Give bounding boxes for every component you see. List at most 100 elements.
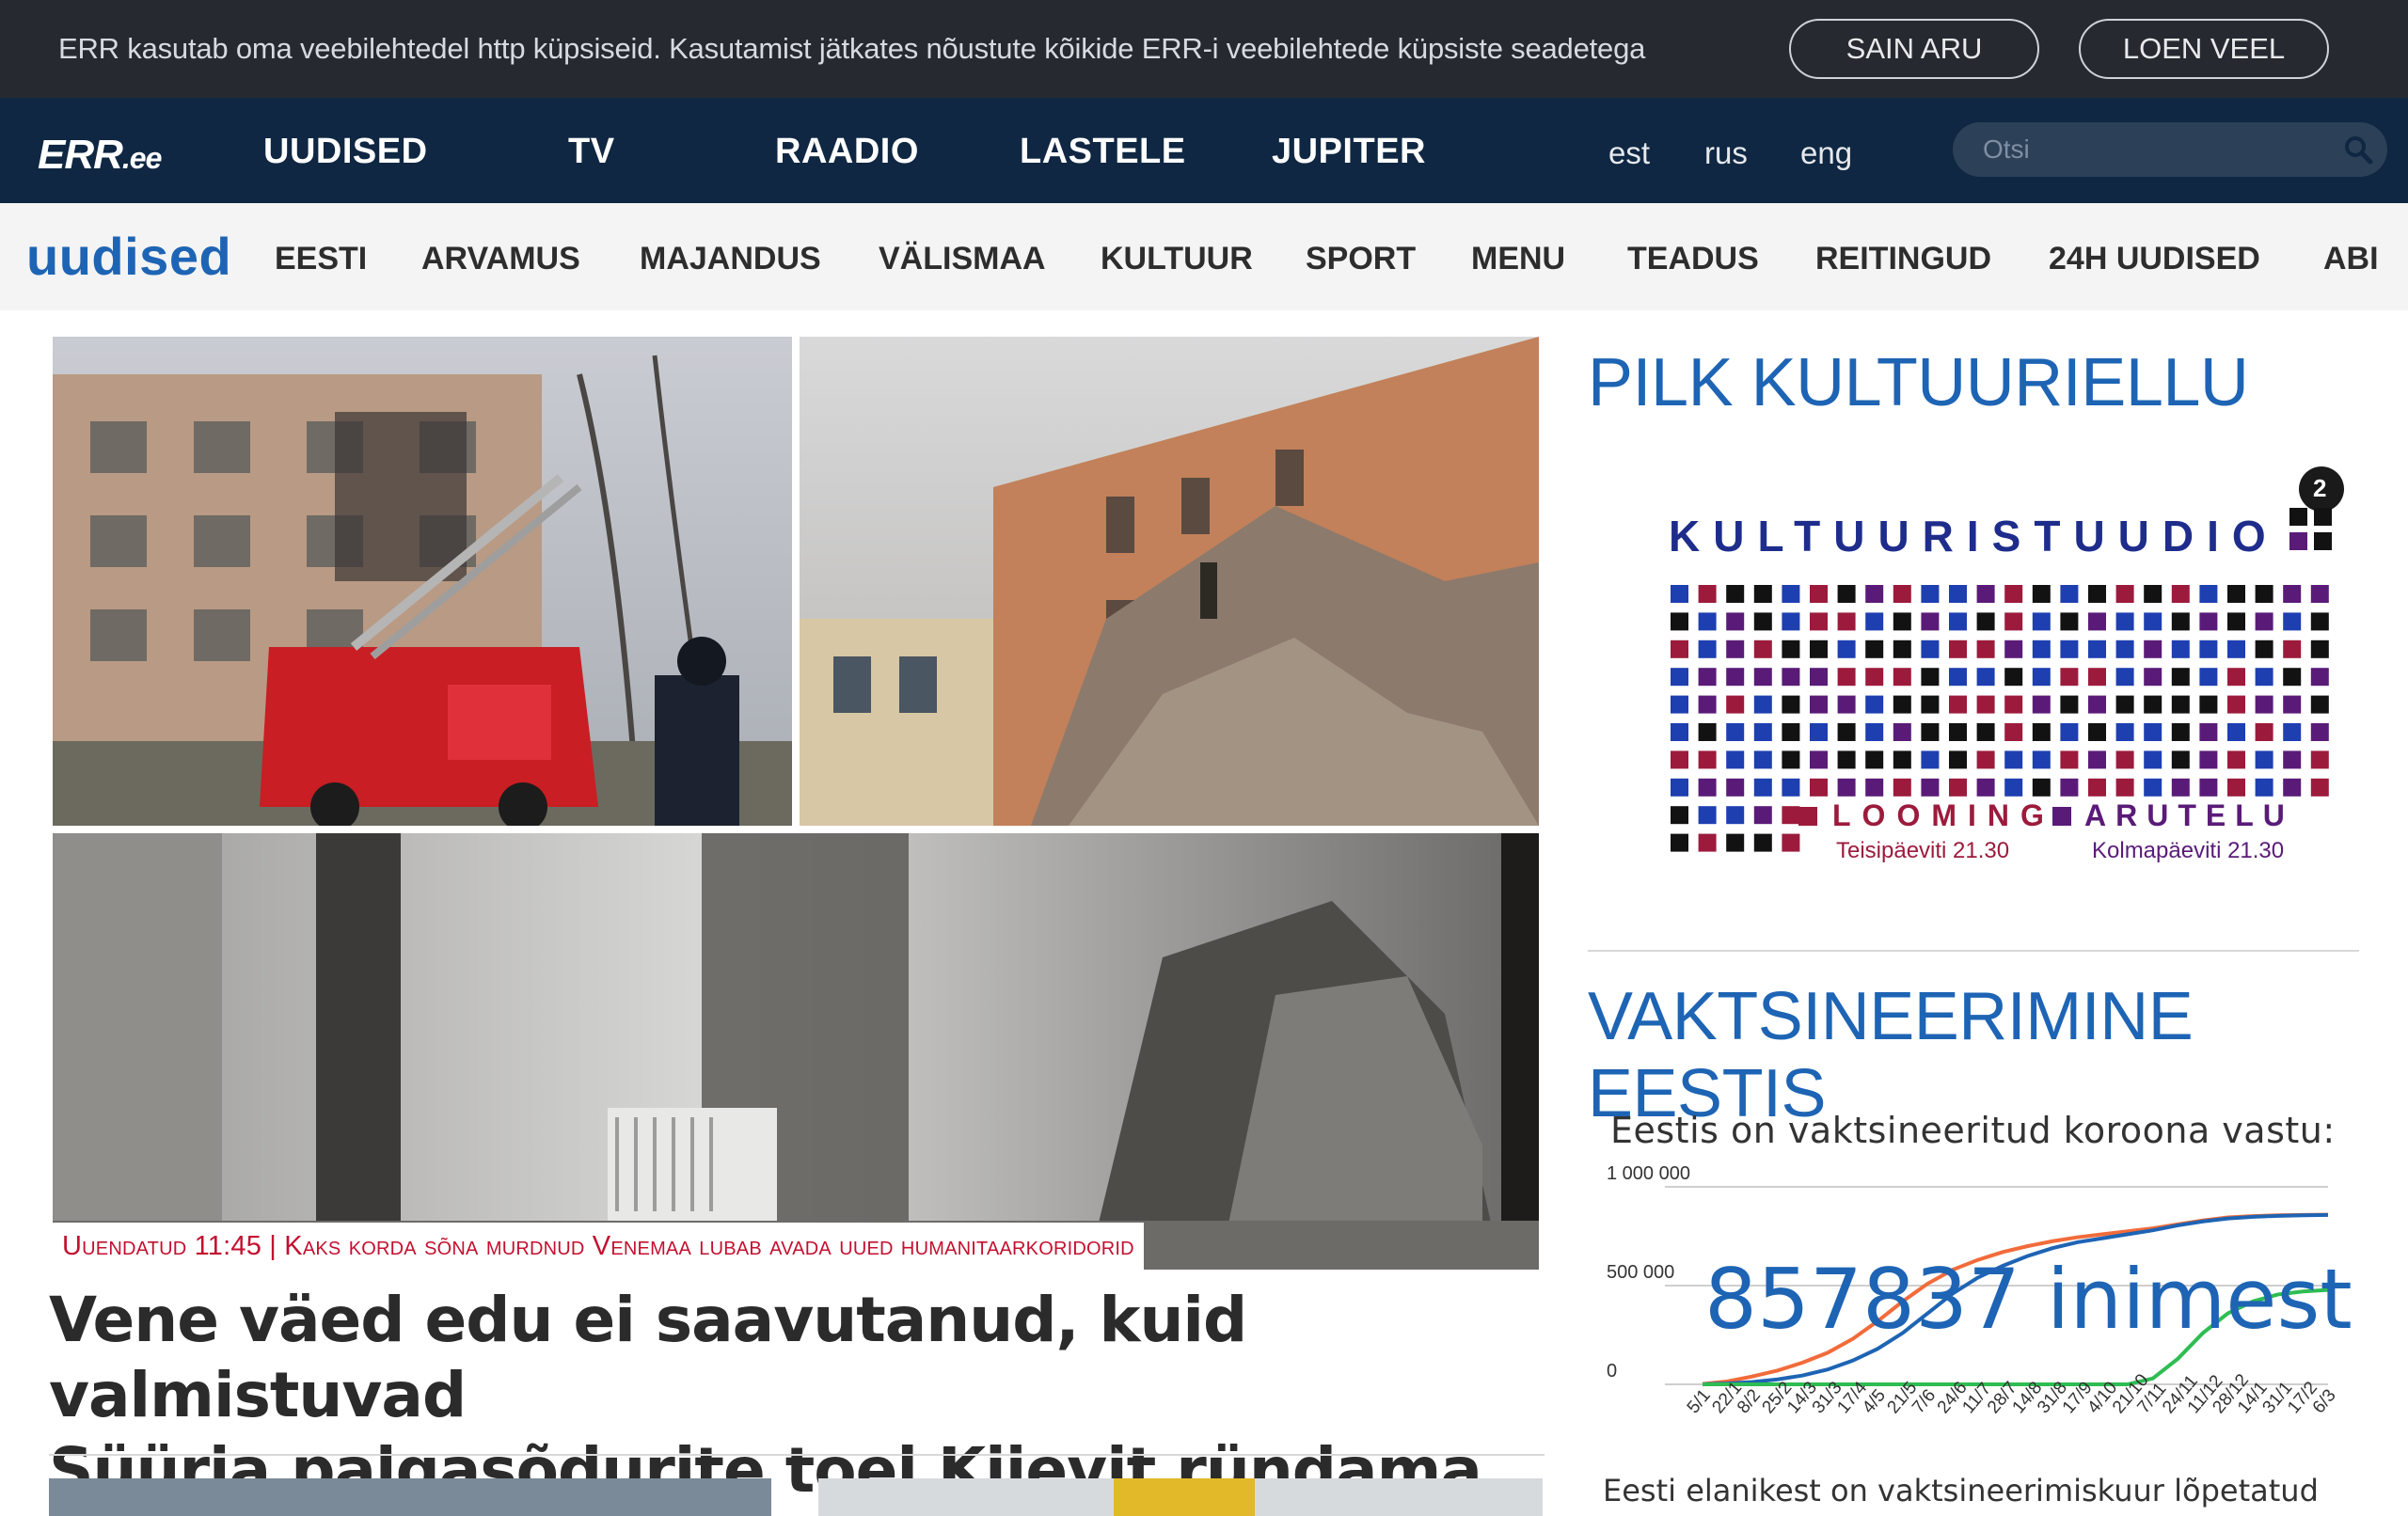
promo-grid-square [2060, 778, 2079, 797]
promo-grid-square [1782, 612, 1800, 631]
cookie-banner: ERR kasutab oma veebilehtedel http küpsi… [0, 0, 2408, 98]
lang-rus[interactable]: rus [1704, 135, 1748, 171]
section-reitingud[interactable]: REITINGUD [1815, 241, 1991, 277]
nav-jupiter[interactable]: JUPITER [1272, 132, 1426, 172]
promo-grid-square [1949, 640, 1967, 658]
section-majandus[interactable]: MAJANDUS [640, 241, 821, 277]
section-eesti[interactable]: EESTI [275, 241, 367, 277]
lang-eng[interactable]: eng [1800, 135, 1852, 171]
promo-grid-square [2255, 695, 2273, 714]
kultuuristuudio-promo[interactable]: 2 KULTUURISTUUDIO LOOMING ARUTELU Teisip… [1588, 451, 2359, 903]
promo-grid-square [1671, 695, 1688, 714]
main-story-image[interactable] [53, 337, 1539, 1270]
section-24h-uudised[interactable]: 24H UUDISED [2049, 241, 2260, 277]
section-sport[interactable]: SPORT [1306, 241, 1416, 277]
promo-grid-square [2283, 668, 2302, 687]
promo-grid-square [1921, 612, 1940, 631]
promo-grid-square [2289, 508, 2307, 526]
promo-grid-square [1753, 640, 1772, 658]
promo-grid-square [1921, 750, 1940, 769]
promo-grid-square [2171, 750, 2190, 769]
promo-grid-square [1865, 778, 1884, 797]
promo-grid-square [1698, 640, 1717, 658]
promo-grid-square [1698, 778, 1717, 797]
promo-grid-square [2199, 778, 2218, 797]
promo-grid-square [2227, 585, 2245, 603]
section-valismaa[interactable]: VÄLISMAA [879, 241, 1046, 277]
search-input[interactable] [1983, 130, 2331, 169]
section-brand-uudised[interactable]: uudised [26, 226, 231, 287]
promo-grid-square [2310, 723, 2329, 741]
promo-grid-square [1726, 833, 1745, 852]
promo-grid-square [1753, 695, 1772, 714]
promo-grid-square [2255, 585, 2273, 603]
promo-grid-square [2032, 585, 2051, 603]
promo-grid-square [1671, 723, 1688, 741]
promo-grid-square [1726, 778, 1745, 797]
section-kultuur[interactable]: KULTUUR [1101, 241, 1253, 277]
chart-y-tick-label: 1 000 000 [1607, 1163, 1690, 1184]
promo-grid-square [1949, 695, 1967, 714]
nav-raadio[interactable]: RAADIO [775, 132, 919, 172]
promo-grid-square [2310, 640, 2329, 658]
promo-grid-square [2060, 668, 2079, 687]
section-teadus[interactable]: TEADUS [1627, 241, 1759, 277]
promo-grid-square [1726, 668, 1745, 687]
lang-est[interactable]: est [1608, 135, 1650, 171]
promo-grid-square [1698, 695, 1717, 714]
promo-grid-square [2032, 695, 2051, 714]
promo-grid-square [1753, 750, 1772, 769]
promo-grid-square [2255, 723, 2273, 741]
promo-grid-square [1671, 806, 1688, 825]
promo-grid-square [2199, 640, 2218, 658]
promo-grid-square [1726, 806, 1745, 825]
promo-grid-square [2115, 640, 2134, 658]
promo-grid-square [1949, 750, 1967, 769]
nav-uudised[interactable]: UUDISED [263, 132, 428, 172]
promo-grid-square [2227, 695, 2245, 714]
promo-grid-square [2115, 668, 2134, 687]
promo-grid-square [2199, 668, 2218, 687]
promo-grid-square [2115, 750, 2134, 769]
section-arvamus[interactable]: ARVAMUS [421, 241, 580, 277]
promo-grid-square [1726, 612, 1745, 631]
culture-section-title[interactable]: PILK KULTUURIELLU [1588, 344, 2249, 421]
promo-grid-square [1865, 668, 1884, 687]
err-logo[interactable]: ERR.ee [38, 132, 162, 179]
story-thumbnail[interactable] [49, 1478, 771, 1516]
promo-grid-square [2004, 612, 2023, 631]
promo-grid-square [1810, 695, 1828, 714]
section-abi[interactable]: ABI [2323, 241, 2379, 277]
promo-grid-square [2171, 585, 2190, 603]
magnifier-icon[interactable] [2342, 134, 2374, 166]
promo-grid-square [1976, 640, 1995, 658]
promo-grid-square [1810, 750, 1828, 769]
promo-grid-square [1893, 695, 1911, 714]
promo-grid-square [1865, 750, 1884, 769]
promo-grid-square [1753, 585, 1772, 603]
cookie-read-more-button[interactable]: LOEN VEEL [2079, 19, 2329, 79]
promo-grid-square [2171, 640, 2190, 658]
logo-text: ERR [38, 132, 123, 178]
promo-grid-square [1753, 806, 1772, 825]
promo-grid-square [2314, 508, 2332, 526]
promo-grid-square [1949, 723, 1967, 741]
promo-grid-square [2088, 723, 2106, 741]
promo-grid-square [1893, 640, 1911, 658]
promo-grid-square [2227, 778, 2245, 797]
promo-grid-square [2088, 695, 2106, 714]
vaccinated-count: 857837 inimest [1704, 1251, 2353, 1348]
section-menu[interactable]: MENU [1471, 241, 1565, 277]
story-update-caption[interactable]: Uuendatud 11:45 | Kaks korda sõna murdnu… [53, 1223, 1144, 1270]
story-thumbnail[interactable] [818, 1478, 1543, 1516]
promo-grid-square [2144, 668, 2162, 687]
promo-grid-square [2144, 695, 2162, 714]
promo-grid-square [1810, 585, 1828, 603]
promo-grid-square [1782, 833, 1800, 852]
promo-grid-square [1865, 612, 1884, 631]
nav-lastele[interactable]: LASTELE [1020, 132, 1186, 172]
main-headline[interactable]: Vene väed edu ei saavutanud, kuid valmis… [49, 1283, 1535, 1508]
promo-grid-square [2088, 778, 2106, 797]
nav-tv[interactable]: TV [568, 132, 615, 172]
cookie-accept-button[interactable]: SAIN ARU [1789, 19, 2039, 79]
